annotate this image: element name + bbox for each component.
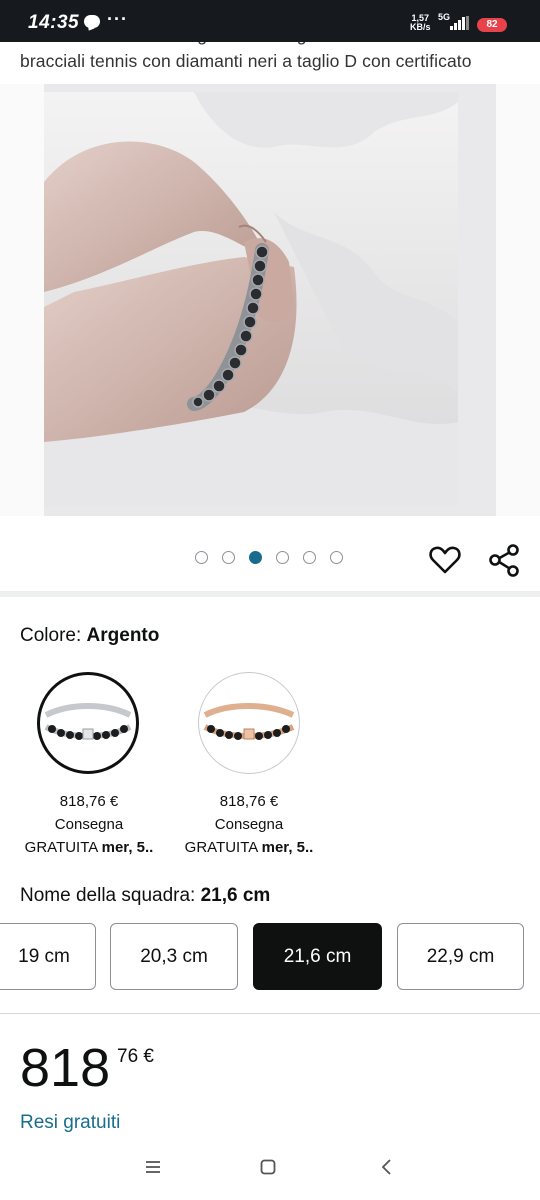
carousel-dot[interactable]	[276, 551, 289, 564]
carousel-dot-active[interactable]	[249, 551, 262, 564]
divider	[0, 1013, 540, 1014]
color-label-text: Colore:	[20, 625, 82, 646]
back-icon[interactable]	[372, 1152, 402, 1182]
menu-icon[interactable]	[138, 1152, 168, 1182]
carousel-dot[interactable]	[222, 551, 235, 564]
product-image[interactable]	[44, 92, 458, 506]
option-price: 818,76 €	[59, 793, 119, 810]
free-returns-link[interactable]: Resi gratuiti	[20, 1112, 120, 1134]
delivery-free-text: GRATUITA	[184, 839, 262, 856]
section-divider	[0, 591, 540, 597]
status-time: 14:35	[28, 12, 80, 33]
product-title: da donna e uomo in argento Sterling 925 …	[20, 42, 472, 71]
delivery-free-text: GRATUITA	[24, 839, 102, 856]
size-label-text: Nome della squadra:	[20, 885, 196, 906]
more-notifications-icon: ···	[107, 9, 128, 29]
carousel-dot[interactable]	[195, 551, 208, 564]
size-option-19[interactable]: 19 cm	[0, 923, 96, 990]
color-option-info: 818,76 € Consegna GRATUITA mer, 5..	[9, 790, 169, 859]
price-cents: 76	[117, 1046, 139, 1067]
color-swatch-argento[interactable]	[37, 672, 139, 774]
carousel-dot[interactable]	[303, 551, 316, 564]
price-currency: €	[143, 1046, 154, 1067]
bracelet-rose-thumbnail	[203, 703, 295, 740]
size-option-20-3[interactable]: 20,3 cm	[110, 923, 238, 990]
color-label: Colore: Argento	[20, 625, 159, 647]
network-speed: 1,57 KB/s	[410, 14, 431, 32]
size-selected-value: 21,6 cm	[200, 885, 271, 906]
price-fraction: 76 €	[117, 1046, 154, 1068]
size-option-21-6[interactable]: 21,6 cm	[253, 923, 382, 990]
delivery-date-text: mer, 5..	[261, 839, 314, 856]
network-type: 5G	[438, 12, 451, 22]
carousel-dot[interactable]	[330, 551, 343, 564]
heart-icon[interactable]	[428, 543, 462, 577]
option-price: 818,76 €	[219, 793, 279, 810]
battery-icon: 82	[477, 18, 507, 32]
system-nav-bar	[0, 1140, 540, 1200]
image-gallery[interactable]	[0, 84, 540, 516]
color-option-info: 818,76 € Consegna GRATUITA mer, 5..	[169, 790, 329, 859]
delivery-date-text: mer, 5..	[101, 839, 154, 856]
option-delivery-date: GRATUITA mer, 5..	[169, 836, 329, 859]
signal-icon	[450, 16, 470, 30]
size-option-22-9[interactable]: 22,9 cm	[397, 923, 524, 990]
option-delivery: Consegna	[54, 816, 124, 833]
share-icon[interactable]	[487, 543, 521, 577]
network-speed-unit: KB/s	[410, 22, 431, 32]
price-whole: 818	[20, 1038, 111, 1098]
color-swatch-oro-rosa[interactable]	[198, 672, 300, 774]
color-selected-value: Argento	[86, 625, 160, 646]
bracelet-silver-thumbnail	[44, 703, 132, 740]
size-label: Nome della squadra: 21,6 cm	[20, 885, 270, 907]
home-icon[interactable]	[253, 1152, 283, 1182]
option-delivery: Consegna	[214, 816, 284, 833]
status-bar: 14:35 ··· 1,57 KB/s 5G 82	[0, 0, 540, 42]
option-delivery-date: GRATUITA mer, 5..	[9, 836, 169, 859]
product-title-area: da donna e uomo in argento Sterling 925 …	[0, 42, 540, 86]
chat-notification-icon	[84, 15, 100, 28]
